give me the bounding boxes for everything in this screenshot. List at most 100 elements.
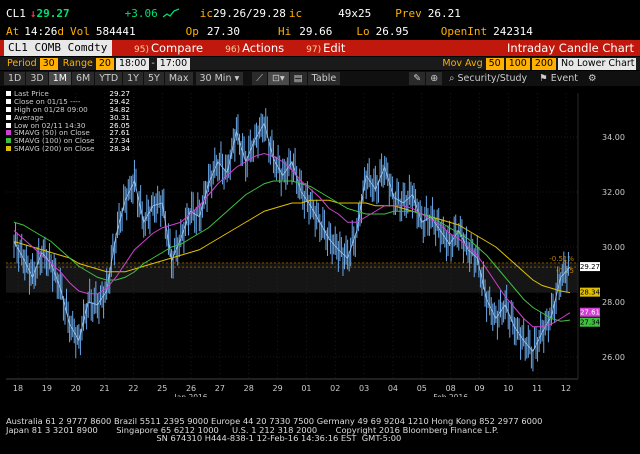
low-label: Lo bbox=[356, 24, 370, 38]
x-tick-label: 02 bbox=[330, 384, 340, 393]
quote-row-1: CL1 ↓ 29.27 +3.06 ic 29.26/29.28 ic 49x2… bbox=[0, 4, 640, 22]
x-tick-label: 20 bbox=[71, 384, 81, 393]
x-tick-label: 09 bbox=[474, 384, 484, 393]
event-label: Event bbox=[550, 73, 578, 84]
range-button-1m[interactable]: 1M bbox=[48, 72, 71, 85]
x-tick-label: 10 bbox=[503, 384, 513, 393]
range-days-input[interactable]: 20 bbox=[95, 57, 114, 70]
volume: 584441 bbox=[95, 24, 136, 38]
bid-ask-size: 49x25 bbox=[338, 6, 372, 20]
range-dash: - bbox=[151, 58, 155, 69]
x-tick-label: 22 bbox=[128, 384, 138, 393]
chart-legend: Last Price 29.27 Close on 01/15 ---- 29.42 H… bbox=[6, 89, 130, 153]
x-tick-label: 18 bbox=[13, 384, 23, 393]
actions-button[interactable]: 96) Actions bbox=[221, 40, 288, 56]
legend-swatch bbox=[6, 130, 11, 136]
legend-item: SMAVG (200) on Close 28.34 bbox=[6, 143, 130, 153]
range-to-input[interactable]: 17:00 bbox=[156, 57, 191, 70]
chart-type-icon[interactable]: ⊡▾ bbox=[267, 72, 289, 85]
x-tick-label: 01 bbox=[301, 384, 311, 393]
mov-avg-label: Mov Avg bbox=[442, 58, 483, 69]
range-button-5y[interactable]: 5Y bbox=[144, 72, 164, 85]
x-tick-label: 25 bbox=[157, 384, 167, 393]
range-button-6m[interactable]: 6M bbox=[71, 72, 95, 85]
month-label: Jan 2016 bbox=[174, 393, 208, 397]
chevron-down-icon: ▾ bbox=[234, 73, 240, 84]
x-tick-label: 04 bbox=[388, 384, 398, 393]
legend-swatch bbox=[6, 106, 11, 112]
x-tick-label: 11 bbox=[532, 384, 542, 393]
quote-row-2: At 14:26 d Vol 584441 Op 27.30 Hi 29.66 … bbox=[0, 22, 640, 40]
value-tag: 28.34 bbox=[580, 287, 601, 297]
pencil-icon[interactable]: ✎ bbox=[409, 72, 426, 85]
search-icon: ⌕ bbox=[449, 73, 455, 84]
compare-shortcut: 95) bbox=[134, 45, 149, 55]
value-tag-text: 29.27 bbox=[580, 263, 600, 271]
x-tick-label: 28 bbox=[244, 384, 254, 393]
legend-swatch bbox=[6, 114, 11, 120]
x-tick-label: 21 bbox=[99, 384, 109, 393]
footer-line-3: SN 674310 H444-838-1 12-Feb-16 14:36:16 … bbox=[6, 433, 402, 443]
ma3-input[interactable]: 200 bbox=[531, 57, 556, 70]
x-tick-label: 08 bbox=[446, 384, 456, 393]
edit-button[interactable]: 97) Edit bbox=[302, 40, 349, 56]
table-icon[interactable]: ▤ bbox=[289, 72, 307, 85]
x-tick-label: 19 bbox=[42, 384, 52, 393]
ma2-input[interactable]: 100 bbox=[505, 57, 530, 70]
line-chart-icon[interactable]: ⟋ bbox=[252, 72, 267, 85]
y-tick-label: 34.00 bbox=[602, 133, 625, 142]
security-study-button[interactable]: ⌕ Security/Study bbox=[443, 73, 533, 84]
value-tag: 29.27 bbox=[580, 262, 600, 272]
range-button-ytd[interactable]: YTD bbox=[95, 72, 123, 85]
range-from-input[interactable]: 18:00 bbox=[115, 57, 150, 70]
y-tick-label: 26.00 bbox=[602, 353, 625, 362]
right-value-labels: 29.27 28.34 27.61 27.34 bbox=[580, 262, 601, 327]
edit-shortcut: 97) bbox=[306, 45, 322, 55]
ic-suffix: ic bbox=[288, 6, 303, 20]
legend-swatch bbox=[6, 91, 11, 97]
zoom-icon[interactable]: ⊕ bbox=[426, 72, 443, 85]
x-tick-label: 03 bbox=[359, 384, 369, 393]
event-button[interactable]: ⚑ Event bbox=[533, 73, 584, 84]
compare-label: Compare bbox=[150, 41, 204, 55]
table-button[interactable]: Table bbox=[307, 72, 341, 85]
ma1-input[interactable]: 50 bbox=[485, 57, 504, 70]
range-button-max[interactable]: Max bbox=[164, 72, 193, 85]
down-arrow-icon: ↓ bbox=[29, 6, 37, 20]
open-interest-label: OpenInt bbox=[440, 24, 488, 38]
period-label: Period bbox=[7, 58, 37, 69]
value-tag-text: 27.61 bbox=[580, 309, 600, 317]
last-price: 29.27 bbox=[36, 6, 70, 20]
settings-icon[interactable]: ⚙ bbox=[584, 73, 601, 84]
range-button-1y[interactable]: 1Y bbox=[123, 72, 143, 85]
open-label: Op bbox=[185, 24, 199, 38]
security-ticker-box[interactable]: CL1 COMB Comdty bbox=[4, 40, 112, 56]
x-tick-label: 05 bbox=[417, 384, 427, 393]
high-price: 29.66 bbox=[299, 24, 333, 38]
range-button-3d[interactable]: 3D bbox=[26, 72, 48, 85]
y-tick-label: 30.00 bbox=[602, 243, 625, 252]
x-tick-label: 29 bbox=[272, 384, 282, 393]
open-interest: 242314 bbox=[493, 24, 533, 38]
legend-swatch bbox=[6, 122, 11, 128]
range-buttons: 1D 3D 1M 6M YTD 1Y 5Y Max bbox=[4, 72, 194, 85]
high-label: Hi bbox=[278, 24, 292, 38]
bid-ask: 29.26/29.28 bbox=[213, 6, 286, 20]
edit-label: Edit bbox=[323, 41, 346, 55]
y-tick-label: 32.00 bbox=[602, 188, 625, 197]
legend-value: 28.34 bbox=[109, 143, 130, 153]
reference-label: -0.51% bbox=[549, 255, 574, 263]
x-tick-label: 12 bbox=[561, 384, 571, 393]
chart-toolbar: 1D 3D 1M 6M YTD 1Y 5Y Max 30 Min ▾ ⟋ ⊡▾ ▤ Table… bbox=[0, 71, 640, 86]
lower-chart-select[interactable]: No Lower Chart bbox=[558, 57, 636, 70]
actions-label: Actions bbox=[242, 41, 285, 55]
interval-select[interactable]: 30 Min ▾ bbox=[195, 72, 244, 85]
period-input[interactable]: 30 bbox=[39, 57, 58, 70]
interval-value: 30 Min bbox=[199, 73, 232, 84]
value-tag: 27.34 bbox=[580, 317, 601, 327]
compare-button[interactable]: 95) Compare bbox=[130, 40, 207, 56]
security-study-label: Security/Study bbox=[457, 73, 528, 84]
range-button-1d[interactable]: 1D bbox=[4, 72, 26, 85]
legend-swatch bbox=[6, 138, 11, 144]
command-bar: CL1 COMB Comdty 95) Compare 96) Actions 97… bbox=[0, 40, 640, 56]
